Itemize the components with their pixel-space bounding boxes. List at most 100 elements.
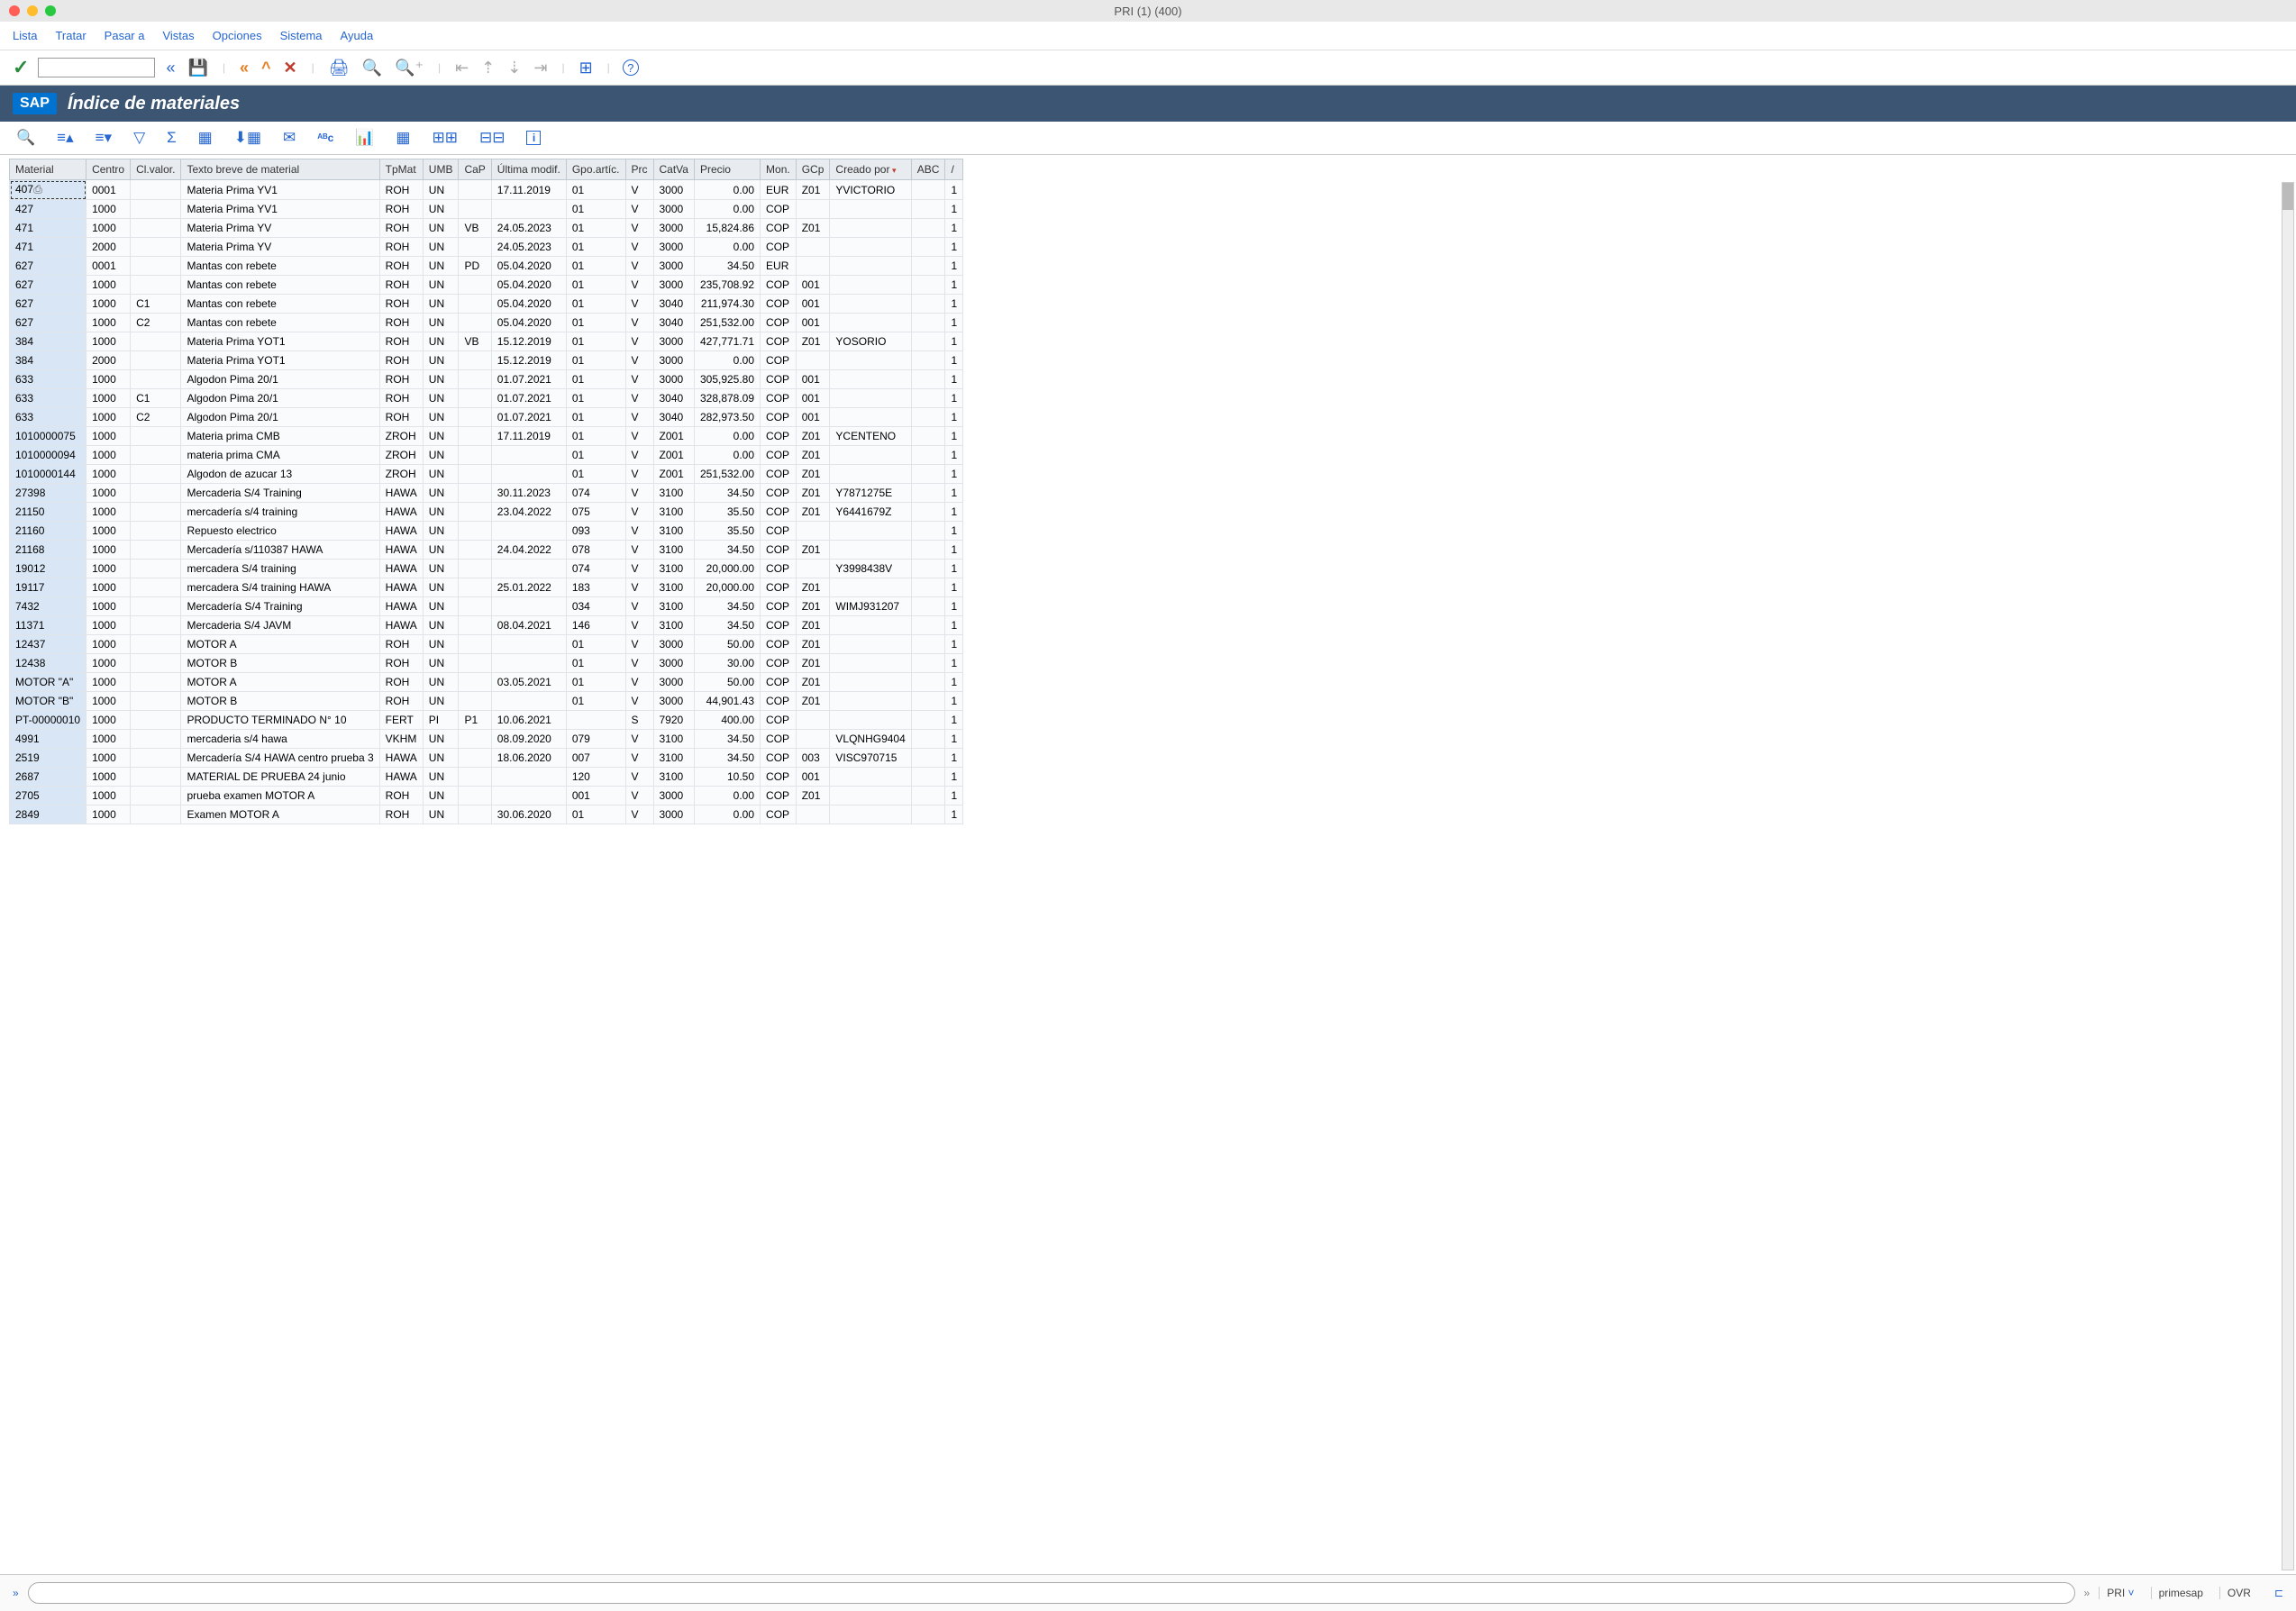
- table-row[interactable]: 74321000Mercadería S/4 TrainingHAWAUN034…: [10, 597, 963, 616]
- cell-mon[interactable]: EUR: [761, 180, 797, 200]
- enter-icon[interactable]: ✓: [13, 56, 29, 79]
- cell-gcp[interactable]: [796, 238, 830, 257]
- cell-gpo[interactable]: 146: [566, 616, 625, 635]
- cell-slash[interactable]: 1: [945, 257, 963, 276]
- table-row[interactable]: 113711000Mercaderia S/4 JAVMHAWAUN08.04.…: [10, 616, 963, 635]
- cell-material[interactable]: 627: [10, 314, 87, 332]
- search-icon[interactable]: 🔍: [360, 59, 384, 77]
- cell-material[interactable]: 2705: [10, 787, 87, 806]
- cell-tpmat[interactable]: VKHM: [379, 730, 423, 749]
- cell-gcp[interactable]: Z01: [796, 578, 830, 597]
- cell-tpmat[interactable]: ROH: [379, 276, 423, 295]
- print-icon[interactable]: 🖨: [327, 59, 351, 77]
- details-icon[interactable]: 🔍: [16, 129, 35, 147]
- cell-texto[interactable]: MATERIAL DE PRUEBA 24 junio: [181, 768, 379, 787]
- cell-material[interactable]: 633: [10, 408, 87, 427]
- cell-material[interactable]: 407⎙: [10, 180, 87, 200]
- cell-abc[interactable]: [911, 257, 945, 276]
- cell-catva[interactable]: 3000: [653, 673, 694, 692]
- cell-abc[interactable]: [911, 351, 945, 370]
- table-row[interactable]: 211681000Mercadería s/110387 HAWAHAWAUN2…: [10, 541, 963, 560]
- cell-catva[interactable]: 3000: [653, 351, 694, 370]
- cell-catva[interactable]: 3000: [653, 332, 694, 351]
- col--[interactable]: /: [945, 159, 963, 180]
- cell-cap[interactable]: [459, 597, 491, 616]
- cell-texto[interactable]: Materia Prima YV: [181, 219, 379, 238]
- cell-clvalor[interactable]: [131, 730, 181, 749]
- cell-texto[interactable]: Algodon de azucar 13: [181, 465, 379, 484]
- cell-creado[interactable]: [830, 616, 911, 635]
- cell-umb[interactable]: UN: [423, 351, 459, 370]
- cell-texto[interactable]: mercadería s/4 training: [181, 503, 379, 522]
- col-cl-valor-[interactable]: Cl.valor.: [131, 159, 181, 180]
- cell-cap[interactable]: [459, 295, 491, 314]
- cell-cap[interactable]: [459, 446, 491, 465]
- cell-texto[interactable]: Algodon Pima 20/1: [181, 408, 379, 427]
- cell-creado[interactable]: Y7871275E: [830, 484, 911, 503]
- cell-gpo[interactable]: 01: [566, 654, 625, 673]
- cell-precio[interactable]: 0.00: [694, 180, 760, 200]
- cell-centro[interactable]: 1000: [87, 427, 131, 446]
- maximize-button[interactable]: [45, 5, 56, 16]
- deselect-icon[interactable]: ⊟⊟: [479, 129, 506, 147]
- cell-clvalor[interactable]: [131, 180, 181, 200]
- cell-tpmat[interactable]: ROH: [379, 295, 423, 314]
- table-row[interactable]: 6331000C2Algodon Pima 20/1ROHUN01.07.202…: [10, 408, 963, 427]
- table-row[interactable]: 6271000Mantas con rebeteROHUN05.04.20200…: [10, 276, 963, 295]
- table-row[interactable]: 10100001441000Algodon de azucar 13ZROHUN…: [10, 465, 963, 484]
- back-icon[interactable]: «: [238, 59, 251, 77]
- cell-cap[interactable]: [459, 654, 491, 673]
- cell-clvalor[interactable]: [131, 427, 181, 446]
- cell-texto[interactable]: Materia Prima YV: [181, 238, 379, 257]
- cell-gpo[interactable]: 01: [566, 692, 625, 711]
- cell-tpmat[interactable]: ROH: [379, 806, 423, 824]
- cell-gpo[interactable]: 01: [566, 635, 625, 654]
- cell-gpo[interactable]: 075: [566, 503, 625, 522]
- cell-prc[interactable]: V: [625, 730, 653, 749]
- cell-material[interactable]: 27398: [10, 484, 87, 503]
- col-centro[interactable]: Centro: [87, 159, 131, 180]
- cell-slash[interactable]: 1: [945, 503, 963, 522]
- cell-centro[interactable]: 2000: [87, 238, 131, 257]
- table-row[interactable]: 3842000Materia Prima YOT1ROHUN15.12.2019…: [10, 351, 963, 370]
- cell-prc[interactable]: S: [625, 711, 653, 730]
- cell-clvalor[interactable]: [131, 541, 181, 560]
- cell-cap[interactable]: [459, 578, 491, 597]
- cell-tpmat[interactable]: ROH: [379, 635, 423, 654]
- cell-clvalor[interactable]: [131, 711, 181, 730]
- cell-modif[interactable]: [491, 522, 566, 541]
- cell-prc[interactable]: V: [625, 484, 653, 503]
- cell-gcp[interactable]: Z01: [796, 465, 830, 484]
- cell-material[interactable]: 1010000094: [10, 446, 87, 465]
- cell-precio[interactable]: 0.00: [694, 351, 760, 370]
- cell-precio[interactable]: 50.00: [694, 635, 760, 654]
- cell-precio[interactable]: 400.00: [694, 711, 760, 730]
- cell-umb[interactable]: UN: [423, 484, 459, 503]
- cell-texto[interactable]: Mantas con rebete: [181, 276, 379, 295]
- cell-material[interactable]: 2519: [10, 749, 87, 768]
- status-expand-icon[interactable]: »: [13, 1587, 19, 1599]
- cell-mon[interactable]: COP: [761, 314, 797, 332]
- cell-clvalor[interactable]: C1: [131, 389, 181, 408]
- cell-material[interactable]: MOTOR "A": [10, 673, 87, 692]
- cell-material[interactable]: MOTOR "B": [10, 692, 87, 711]
- cell-catva[interactable]: 3100: [653, 768, 694, 787]
- cell-slash[interactable]: 1: [945, 427, 963, 446]
- cell-slash[interactable]: 1: [945, 408, 963, 427]
- cell-cap[interactable]: [459, 503, 491, 522]
- cell-clvalor[interactable]: [131, 597, 181, 616]
- cell-tpmat[interactable]: ROH: [379, 314, 423, 332]
- cell-gpo[interactable]: 01: [566, 238, 625, 257]
- cell-tpmat[interactable]: ROH: [379, 408, 423, 427]
- cell-prc[interactable]: V: [625, 541, 653, 560]
- cell-material[interactable]: 427: [10, 200, 87, 219]
- cell-umb[interactable]: UN: [423, 446, 459, 465]
- cell-gcp[interactable]: Z01: [796, 332, 830, 351]
- cell-prc[interactable]: V: [625, 503, 653, 522]
- cell-catva[interactable]: 3100: [653, 597, 694, 616]
- cell-texto[interactable]: Materia prima CMB: [181, 427, 379, 446]
- cell-creado[interactable]: [830, 389, 911, 408]
- cell-catva[interactable]: 3100: [653, 730, 694, 749]
- cell-material[interactable]: 471: [10, 219, 87, 238]
- cell-umb[interactable]: UN: [423, 541, 459, 560]
